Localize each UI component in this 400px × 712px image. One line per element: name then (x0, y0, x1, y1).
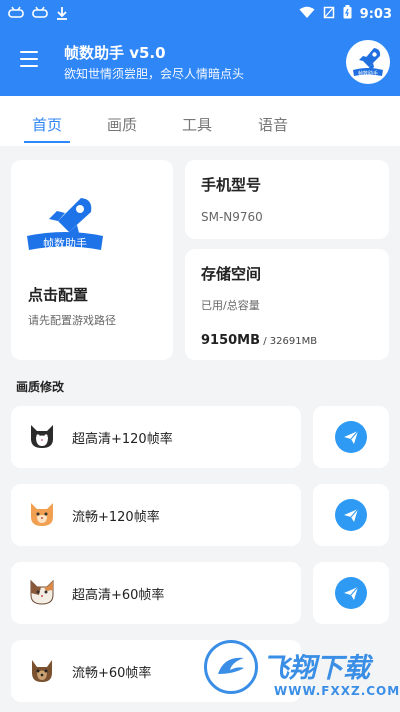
status-bar: 9:03 (0, 0, 400, 28)
send-icon (335, 421, 367, 453)
config-logo-text: 帧数助手 (43, 236, 87, 250)
storage-subtitle: 已用/总容量 (201, 299, 260, 312)
app-subtitle: 欲知世情须尝胆，会尽人情暗点头 (64, 67, 245, 81)
app-header: 帧数助手 v5.0 欲知世情须尝胆，会尽人情暗点头 帧数助手 (0, 28, 400, 96)
watermark-bird-icon (204, 640, 258, 694)
phone-model-card: 手机型号 SM-N9760 (185, 160, 389, 239)
storage-label: 存储空间 (201, 265, 262, 283)
cat-calico-icon (30, 579, 54, 605)
quality-option-label: 超高清+120帧率 (72, 432, 173, 447)
sim-icon (323, 6, 335, 23)
rocket-logo-icon: 帧数助手 (27, 198, 103, 250)
tab-home[interactable]: 首页 (32, 114, 62, 135)
watermark-brand: 飞翔下载 (262, 653, 370, 684)
game-icon (8, 6, 24, 23)
download-icon (56, 6, 68, 23)
storage-values: 9150MB / 32691MB (201, 329, 317, 348)
quality-option-row[interactable]: 超高清+120帧率 (11, 406, 301, 468)
game-icon (32, 6, 48, 23)
active-tab-indicator (24, 141, 70, 143)
menu-icon (20, 51, 38, 53)
send-icon (335, 499, 367, 531)
rocket-logo-icon: 帧数助手 (353, 48, 383, 77)
app-logo-text: 帧数助手 (358, 70, 378, 77)
phone-model-label: 手机型号 (201, 176, 262, 194)
tab-tools[interactable]: 工具 (182, 114, 212, 135)
storage-card: 存储空间 已用/总容量 9150MB / 32691MB (185, 249, 389, 360)
quality-option-row[interactable]: 超高清+60帧率 (11, 562, 301, 624)
tab-graphics[interactable]: 画质 (107, 114, 137, 135)
apply-button[interactable] (313, 484, 389, 546)
send-icon (335, 577, 367, 609)
app-title: 帧数助手 v5.0 (64, 44, 166, 62)
menu-button[interactable] (20, 51, 38, 67)
storage-used: 9150MB (201, 333, 261, 348)
phone-model-value: SM-N9760 (201, 210, 263, 224)
cat-orange-icon (31, 503, 53, 526)
tab-bar: 首页 画质 工具 语音 (0, 96, 400, 146)
quality-section-heading: 画质修改 (16, 380, 65, 394)
watermark-url: WWW.FXXZ.COM (274, 684, 400, 698)
quality-option-label: 流畅+120帧率 (72, 510, 160, 525)
config-title: 点击配置 (28, 286, 89, 304)
dog-icon (32, 660, 52, 682)
cat-tuxedo-icon (31, 425, 53, 448)
battery-icon (343, 5, 352, 23)
watermark-logo: 飞翔下载 WWW.FXXZ.COM (204, 640, 399, 704)
apply-button[interactable] (313, 562, 389, 624)
quality-option-label: 超高清+60帧率 (72, 588, 165, 603)
config-card[interactable]: 帧数助手 点击配置 请先配置游戏路径 (11, 160, 173, 360)
quality-option-row[interactable]: 流畅+120帧率 (11, 484, 301, 546)
apply-button[interactable] (313, 406, 389, 468)
wifi-icon (299, 6, 315, 23)
tab-voice[interactable]: 语音 (258, 114, 288, 135)
config-subtitle: 请先配置游戏路径 (28, 314, 116, 327)
app-logo-button[interactable]: 帧数助手 (346, 40, 390, 84)
quality-option-label: 流畅+60帧率 (72, 666, 152, 681)
clock-time: 9:03 (359, 6, 392, 22)
storage-total: / 32691MB (260, 336, 318, 347)
